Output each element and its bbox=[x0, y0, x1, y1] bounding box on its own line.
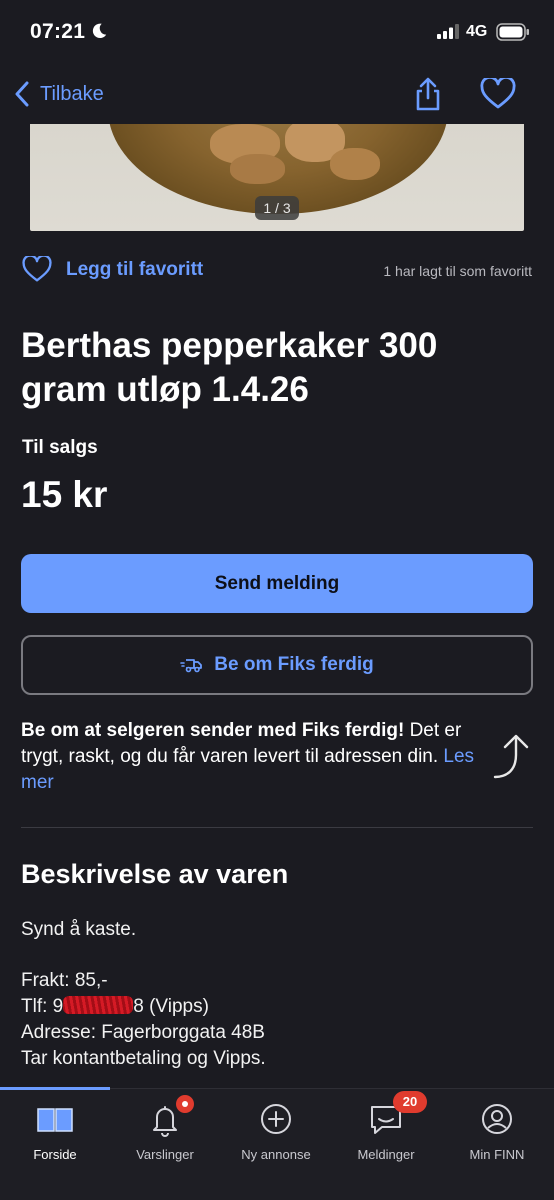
fiks-info-text: Be om at selgeren sender med Fiks ferdig… bbox=[21, 718, 476, 796]
message-count-badge: 20 bbox=[393, 1091, 427, 1113]
tab-label: Meldinger bbox=[357, 1147, 415, 1162]
nav-bar: Tilbake bbox=[0, 66, 554, 124]
tab-bar: Forside Varslinger Ny annonse 20 Melding… bbox=[0, 1087, 554, 1200]
description-line: Tar kontantbetaling og Vipps. bbox=[21, 1048, 266, 1069]
tab-ny-annonse[interactable]: Ny annonse bbox=[221, 1099, 331, 1169]
fiks-ferdig-label: Be om Fiks ferdig bbox=[214, 654, 374, 675]
listing-title: Berthas pepperkaker 300 gram utløp 1.4.2… bbox=[21, 326, 438, 409]
add-favorite-label: Legg til favoritt bbox=[66, 258, 204, 280]
phone-line: Tlf: 9 8 (Vipps) bbox=[21, 996, 209, 1018]
status-bar: 07:21 4G bbox=[0, 0, 554, 66]
description-line: Frakt: 85,- bbox=[21, 970, 108, 991]
tab-label: Forside bbox=[33, 1147, 77, 1162]
photo-counter: 1 / 3 bbox=[255, 196, 299, 220]
tab-varslinger[interactable]: Varslinger bbox=[110, 1093, 220, 1169]
fiks-ferdig-button[interactable]: Be om Fiks ferdig bbox=[21, 635, 533, 695]
add-favorite-button[interactable]: Legg til favoritt bbox=[22, 256, 203, 283]
tab-label: Ny annonse bbox=[241, 1147, 311, 1162]
phone-prefix: Tlf: 9 bbox=[21, 996, 64, 1017]
curved-arrow-icon bbox=[493, 734, 529, 779]
signal-icon bbox=[437, 24, 459, 39]
heart-icon[interactable] bbox=[480, 78, 516, 110]
battery-icon bbox=[496, 23, 529, 41]
fiks-info-bold: Be om at selgeren sender med Fiks ferdig… bbox=[21, 720, 405, 741]
sale-label: Til salgs bbox=[22, 437, 98, 458]
photo-cookie bbox=[230, 154, 285, 184]
moon-icon bbox=[92, 23, 107, 39]
delivery-truck-icon bbox=[180, 659, 203, 673]
description-line: Adresse: Fagerborggata 48B bbox=[21, 1022, 265, 1043]
send-message-button[interactable]: Send melding bbox=[21, 554, 533, 613]
back-button[interactable]: Tilbake bbox=[14, 78, 104, 110]
status-time: 07:21 bbox=[30, 20, 86, 43]
tab-label: Min FINN bbox=[469, 1147, 525, 1162]
heart-icon bbox=[22, 256, 52, 282]
profile-icon bbox=[482, 1104, 512, 1134]
network-label: 4G bbox=[466, 23, 488, 40]
phone-suffix: 8 (Vipps) bbox=[133, 996, 209, 1017]
tab-meldinger[interactable]: 20 Meldinger bbox=[331, 1091, 441, 1169]
active-tab-indicator bbox=[0, 1087, 110, 1090]
favorite-row: Legg til favoritt 1 har lagt til som fav… bbox=[22, 256, 532, 288]
redaction-mark bbox=[63, 996, 134, 1014]
photo-cookie bbox=[330, 148, 380, 180]
plus-circle-icon bbox=[261, 1104, 291, 1134]
tab-forside[interactable]: Forside bbox=[0, 1099, 110, 1169]
favorite-count: 1 har lagt til som favoritt bbox=[383, 263, 532, 279]
tab-label: Varslinger bbox=[136, 1147, 194, 1162]
tab-min-finn[interactable]: Min FINN bbox=[442, 1099, 552, 1169]
book-icon bbox=[37, 1108, 73, 1132]
description-line: Synd å kaste. bbox=[21, 919, 137, 940]
divider bbox=[21, 827, 533, 828]
share-icon[interactable] bbox=[410, 76, 446, 112]
price: 15 kr bbox=[21, 474, 108, 515]
chevron-left-icon bbox=[15, 81, 29, 107]
description-heading: Beskrivelse av varen bbox=[21, 859, 289, 889]
notification-dot bbox=[174, 1093, 196, 1115]
back-label: Tilbake bbox=[40, 82, 104, 105]
